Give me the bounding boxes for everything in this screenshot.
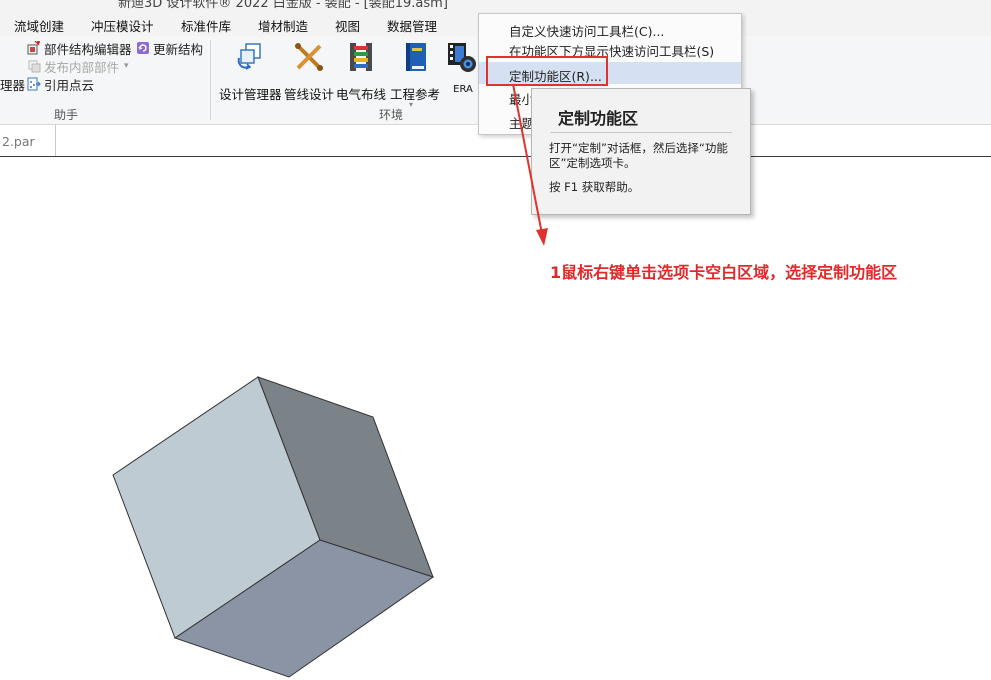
tab-stamping-die[interactable]: 冲压模设计 bbox=[91, 16, 154, 35]
tooltip-divider bbox=[550, 132, 732, 133]
design-manager-button[interactable]: 设计管理器 bbox=[219, 40, 282, 103]
tooltip-title: 定制功能区 bbox=[558, 109, 639, 128]
customize-ribbon-tooltip: 定制功能区 打开“定制”对话框，然后选择“功能区”定制选项卡。 按 F1 获取帮… bbox=[531, 88, 751, 215]
tab-view[interactable]: 视图 bbox=[335, 16, 360, 35]
tab-standard-parts[interactable]: 标准件库 bbox=[181, 16, 231, 35]
tooltip-help-text: 按 F1 获取帮助。 bbox=[549, 180, 640, 194]
pipe-design-button[interactable]: 管线设计 bbox=[284, 40, 334, 103]
structure-editor-icon bbox=[27, 40, 41, 55]
chevron-down-icon: ▾ bbox=[124, 61, 129, 71]
assistant-group-label: 助手 bbox=[54, 108, 79, 122]
publish-parts-icon bbox=[27, 59, 41, 73]
reference-point-cloud-button[interactable]: 引用点云 bbox=[27, 75, 94, 93]
tooltip-description: 打开“定制”对话框，然后选择“功能区”定制选项卡。 bbox=[549, 141, 728, 170]
electrical-wiring-icon bbox=[344, 40, 378, 74]
group-expand-icon[interactable]: ▾ bbox=[409, 100, 413, 109]
group-divider bbox=[210, 40, 211, 120]
publish-internal-parts-button[interactable]: 发布内部部件 ▾ bbox=[27, 57, 129, 75]
engineering-reference-icon bbox=[398, 40, 432, 74]
annotation-instruction-text: 1鼠标右键单击选项卡空白区域，选择定制功能区 bbox=[550, 263, 898, 282]
environment-group-label: 环境 bbox=[379, 108, 404, 122]
update-structure-button[interactable]: 更新结构 bbox=[136, 39, 203, 57]
menu-item-customize-quick-access[interactable]: 自定义快速访问工具栏(C)... bbox=[479, 17, 741, 39]
tab-data-management[interactable]: 数据管理 bbox=[387, 16, 437, 35]
tab-flow-create[interactable]: 流域创建 bbox=[14, 16, 64, 35]
engineering-reference-button[interactable]: 工程参考 bbox=[390, 40, 440, 103]
annotation-arrow bbox=[512, 83, 548, 246]
title-bar: 新迪3D 设计软件® 2022 白金版 - 装配 - [装配19.asm] bbox=[0, 0, 991, 12]
era-button[interactable]: ERA bbox=[446, 40, 480, 95]
electrical-wiring-button[interactable]: 电气布线 bbox=[336, 40, 386, 103]
cut-off-manager-label[interactable]: 理器 bbox=[0, 75, 25, 93]
point-cloud-icon bbox=[27, 77, 41, 91]
era-icon bbox=[446, 40, 480, 74]
window-title: 新迪3D 设计软件® 2022 白金版 - 装配 - [装配19.asm] bbox=[118, 0, 448, 11]
design-manager-icon bbox=[233, 40, 267, 74]
tab-additive-manufacturing[interactable]: 增材制造 bbox=[258, 16, 308, 35]
update-structure-icon bbox=[136, 41, 150, 55]
model-viewport[interactable] bbox=[0, 157, 991, 680]
document-tab[interactable]: 2.par bbox=[0, 125, 56, 156]
pipe-design-icon bbox=[292, 40, 326, 74]
structure-editor-button[interactable]: 部件结构编辑器 bbox=[27, 39, 132, 57]
